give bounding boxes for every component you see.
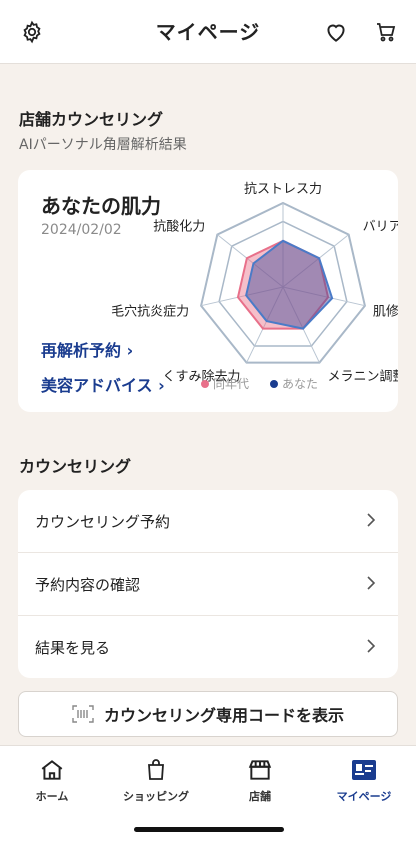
section-subtitle-ai-analysis: AIパーソナル角層解析結果 <box>19 137 187 153</box>
legend-peer: 同年代 <box>201 375 249 392</box>
menu-reservation-check[interactable]: 予約内容の確認 <box>18 553 398 615</box>
tab-shopping[interactable]: ショッピング <box>104 756 208 804</box>
show-counseling-code-label: カウンセリング専用コードを表示 <box>103 706 344 725</box>
home-icon <box>0 756 104 784</box>
legend-you: あなた <box>270 375 318 392</box>
chevron-right-icon <box>367 639 376 653</box>
menu-counseling-booking-label: カウンセリング予約 <box>35 512 171 531</box>
show-counseling-code-button[interactable]: カウンセリング専用コードを表示 <box>18 691 398 737</box>
tab-mypage[interactable]: マイページ <box>312 756 416 804</box>
store-icon <box>208 756 312 784</box>
menu-reservation-check-label: 予約内容の確認 <box>35 575 141 594</box>
section-title-counseling: カウンセリング <box>19 457 132 476</box>
radar-axis-label: 抗酸化力 <box>153 220 205 235</box>
radar-axis-label: メラニン調整力 <box>327 370 398 385</box>
radar-axis-label: バリア力 <box>363 220 398 235</box>
tab-store[interactable]: 店舗 <box>208 756 312 804</box>
radar-axis-label: 抗ストレス力 <box>244 182 322 197</box>
home-indicator <box>134 827 284 832</box>
header-bar: マイページ <box>0 0 416 64</box>
legend-you-label: あなた <box>282 377 319 391</box>
tab-store-label: 店舗 <box>249 790 271 803</box>
tab-mypage-label: マイページ <box>336 790 392 803</box>
member-card-icon <box>312 756 416 784</box>
skin-power-card: あなたの肌力 2024/02/02 再解析予約 › 美容アドバイス › 抗ストレ… <box>18 170 398 412</box>
tab-shopping-label: ショッピング <box>123 790 189 803</box>
barcode-scan-icon <box>72 705 94 723</box>
counseling-menu-card: カウンセリング予約 予約内容の確認 結果を見る <box>18 490 398 678</box>
legend-peer-dot <box>201 379 209 388</box>
radar-axis-label: 肌修復力 <box>373 304 398 320</box>
favorite-heart-icon[interactable] <box>320 16 352 48</box>
legend-peer-label: 同年代 <box>213 377 250 391</box>
page-title: マイページ <box>155 20 261 44</box>
chevron-right-icon <box>367 576 376 590</box>
cart-icon[interactable] <box>370 16 402 48</box>
radar-axis-label: 毛穴抗炎症力 <box>111 305 189 320</box>
legend-you-dot <box>270 379 278 388</box>
menu-view-results-label: 結果を見る <box>35 638 111 657</box>
chevron-right-icon <box>367 513 376 527</box>
section-title-store-counseling: 店舗カウンセリング <box>19 110 164 129</box>
menu-counseling-booking[interactable]: カウンセリング予約 <box>18 490 398 552</box>
tab-home[interactable]: ホーム <box>0 756 104 804</box>
shopping-bag-icon <box>104 756 208 784</box>
tab-home-label: ホーム <box>35 790 69 803</box>
menu-view-results[interactable]: 結果を見る <box>18 616 398 678</box>
